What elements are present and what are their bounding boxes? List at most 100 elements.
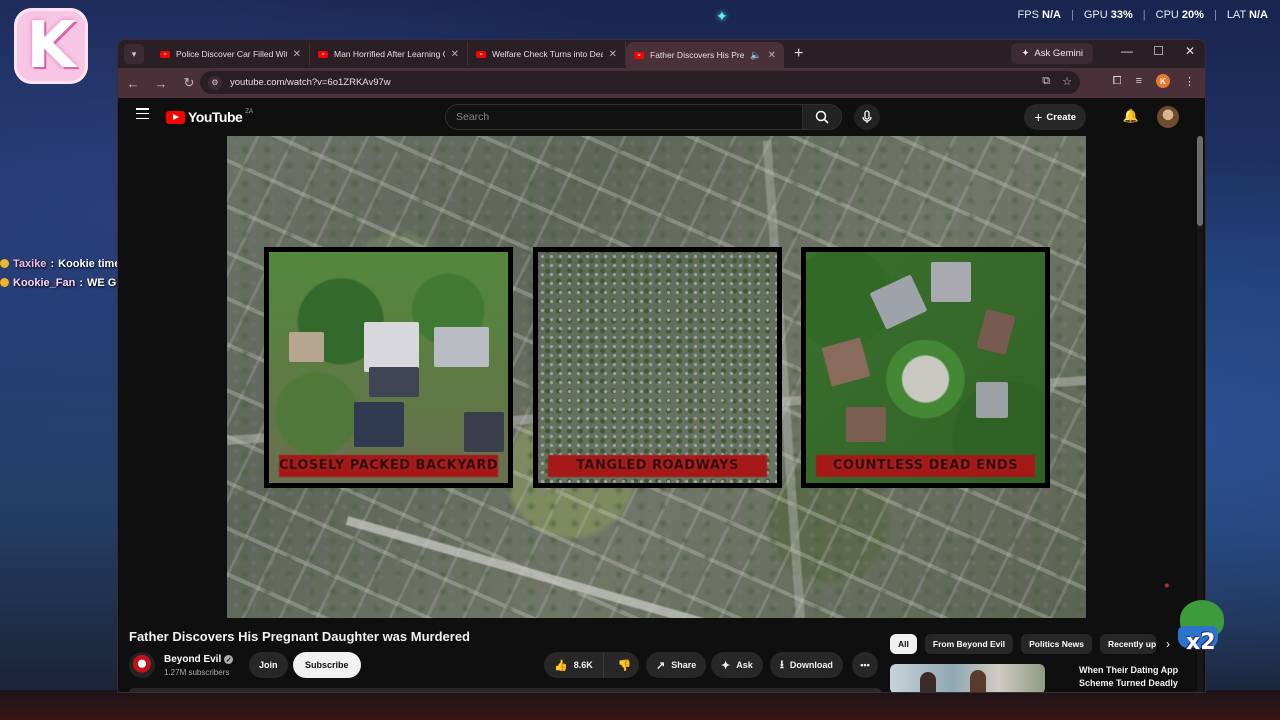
search-icon	[815, 110, 829, 124]
reading-list-icon[interactable]: ≡	[1136, 75, 1142, 87]
more-actions-button[interactable]: •••	[852, 652, 878, 678]
verified-icon: ✓	[224, 655, 234, 664]
close-icon[interactable]: ✕	[293, 49, 301, 60]
sparkle-icon: ✦	[721, 659, 731, 672]
channel-name-link[interactable]: Beyond Evil ✓	[164, 654, 234, 665]
youtube-logo-icon	[166, 110, 185, 124]
perf-separator: |	[1142, 9, 1146, 21]
share-button[interactable]: ↗ Share	[646, 652, 707, 678]
perf-separator: |	[1213, 9, 1217, 21]
subscribe-button[interactable]: Subscribe	[293, 652, 361, 678]
lat-label: LAT	[1226, 9, 1246, 21]
more-dots-icon: •••	[860, 660, 870, 670]
pepe-emote: x2	[1172, 596, 1230, 662]
description-box[interactable]	[129, 688, 881, 692]
youtube-favicon-icon	[160, 50, 170, 58]
speaker-icon[interactable]: 🔈	[750, 50, 761, 61]
close-icon[interactable]: ✕	[609, 49, 617, 60]
chat-username: Taxike	[13, 257, 47, 270]
window-close-icon[interactable]: ✕	[1185, 44, 1195, 58]
chevron-right-icon[interactable]: ›	[1166, 637, 1170, 651]
ask-gemini-button[interactable]: ✦ Ask Gemini	[1011, 43, 1093, 64]
perf-separator: |	[1070, 9, 1074, 21]
cpu-label: CPU	[1155, 9, 1179, 21]
recommended-video-title[interactable]: When Their Dating App Scheme Turned Dead…	[1079, 664, 1199, 690]
dislike-button[interactable]: 👎	[610, 652, 640, 678]
hamburger-menu-icon[interactable]	[136, 108, 149, 119]
tab[interactable]: Welfare Check Turns into Dead ✕	[468, 42, 626, 66]
search-input[interactable]: Search	[445, 104, 802, 130]
maximize-icon[interactable]: ☐	[1153, 44, 1164, 58]
create-label: Create	[1046, 111, 1076, 123]
channel-name: Beyond Evil	[164, 654, 222, 665]
tab-title: Father Discovers His Pregna	[650, 50, 745, 60]
url-text: youtube.com/watch?v=6o1ZRKAv97w	[230, 77, 391, 88]
video-frame[interactable]: CLOSELY PACKED BACKYARDS TANGLED ROADWAY…	[227, 136, 1086, 618]
gemini-icon: ✦	[1021, 48, 1030, 59]
youtube-logo[interactable]: YouTube ZA	[166, 109, 253, 125]
panel-caption: COUNTLESS DEAD ENDS	[816, 455, 1035, 477]
microphone-icon	[862, 110, 872, 123]
recommended-video-thumbnail[interactable]	[890, 664, 1045, 692]
notifications-bell-icon[interactable]: 🔔	[1123, 108, 1139, 124]
backyards-aerial-image: CLOSELY PACKED BACKYARDS	[269, 252, 508, 483]
address-bar[interactable]: ⚙ youtube.com/watch?v=6o1ZRKAv97w ⧉ ☆	[200, 71, 1080, 94]
video-panel: TANGLED ROADWAYS	[533, 247, 782, 488]
reload-icon[interactable]: ↻	[182, 75, 196, 91]
download-button[interactable]: ⭳ Download	[770, 652, 843, 678]
tab-title: Man Horrified After Learning G	[334, 49, 445, 59]
new-tab-button[interactable]: +	[794, 46, 803, 62]
thumbs-down-icon: 👎	[617, 659, 632, 672]
minimize-icon[interactable]: —	[1121, 44, 1133, 58]
download-icon: ⭳	[780, 658, 784, 671]
chip-from-channel[interactable]: From Beyond Evil	[924, 634, 1014, 654]
user-avatar[interactable]	[1157, 106, 1179, 128]
ask-gemini-label: Ask Gemini	[1034, 48, 1083, 59]
video-panel: CLOSELY PACKED BACKYARDS	[264, 247, 513, 488]
like-dislike-group: 👍 8.6K 👎	[544, 652, 639, 678]
profile-avatar[interactable]: K	[1156, 74, 1170, 88]
cpu-value: 20%	[1181, 9, 1204, 21]
recommendation-chips: All From Beyond Evil Politics News Recen…	[890, 634, 1170, 654]
roadways-aerial-image: TANGLED ROADWAYS	[538, 252, 777, 483]
tab-active[interactable]: Father Discovers His Pregna 🔈 ✕	[626, 42, 784, 68]
back-icon[interactable]: ←	[126, 76, 140, 91]
browser-window: ▾ Police Discover Car Filled With ✕ Man …	[118, 40, 1205, 692]
video-player[interactable]: CLOSELY PACKED BACKYARDS TANGLED ROADWAY…	[118, 136, 1194, 618]
extensions-icon[interactable]: ⧠	[1113, 75, 1122, 88]
channel-avatar[interactable]	[129, 652, 155, 678]
lat-value: N/A	[1249, 9, 1268, 21]
join-button[interactable]: Join	[249, 652, 288, 678]
youtube-header: YouTube ZA Search + Create 🔔	[118, 98, 1205, 136]
scrollbar-thumb[interactable]	[1197, 136, 1203, 226]
share-icon: ↗	[656, 659, 666, 672]
fps-label: FPS	[1017, 9, 1039, 21]
site-info-icon[interactable]: ⚙	[208, 75, 222, 90]
open-in-app-icon[interactable]: ⧉	[1042, 75, 1050, 88]
chip-all[interactable]: All	[890, 634, 917, 654]
search-button[interactable]	[802, 104, 842, 130]
tab[interactable]: Man Horrified After Learning G ✕	[310, 42, 468, 66]
panel-caption: CLOSELY PACKED BACKYARDS	[279, 455, 498, 477]
video-panel: COUNTLESS DEAD ENDS	[801, 247, 1050, 488]
plus-icon: +	[1034, 109, 1043, 125]
share-label: Share	[671, 660, 697, 670]
panel-caption: TANGLED ROADWAYS	[548, 455, 767, 477]
tab-list-button[interactable]: ▾	[124, 44, 144, 64]
close-icon[interactable]: ✕	[451, 49, 459, 60]
chip-politics-news[interactable]: Politics News	[1021, 634, 1092, 654]
voice-search-button[interactable]	[854, 104, 880, 130]
forward-icon[interactable]: →	[154, 76, 168, 91]
close-icon[interactable]: ✕	[768, 50, 776, 61]
create-button[interactable]: + Create	[1024, 104, 1086, 130]
road	[345, 516, 887, 618]
like-button[interactable]: 👍 8.6K	[544, 652, 604, 678]
gpu-label: GPU	[1083, 9, 1108, 21]
tab[interactable]: Police Discover Car Filled With ✕	[152, 42, 310, 66]
ask-button[interactable]: ✦ Ask	[711, 652, 763, 678]
chip-recently-uploaded[interactable]: Recently up	[1099, 634, 1156, 654]
thumbs-up-icon: 👍	[554, 659, 568, 672]
menu-dots-icon[interactable]: ⋮	[1184, 75, 1195, 88]
tab-strip: ▾ Police Discover Car Filled With ✕ Man …	[118, 40, 1205, 68]
bookmark-star-icon[interactable]: ☆	[1062, 75, 1072, 88]
